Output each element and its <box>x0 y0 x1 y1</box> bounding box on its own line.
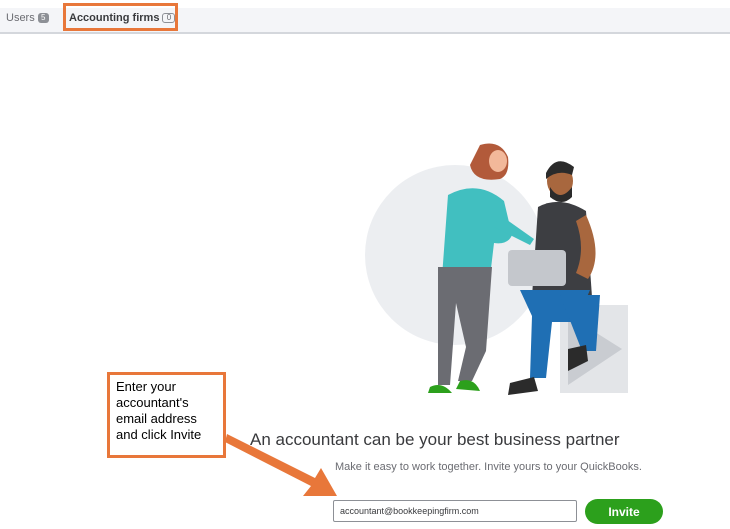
callout-line: and click Invite <box>116 427 202 442</box>
tab-users[interactable]: Users 5 <box>6 12 49 24</box>
users-count-badge: 5 <box>37 13 49 23</box>
callout-arrow <box>225 434 337 496</box>
tab-highlight-box <box>63 3 178 31</box>
callout-line: email address <box>116 411 197 426</box>
page-subheadline: Make it easy to work together. Invite yo… <box>335 461 642 473</box>
callout-line: accountant's <box>116 395 189 410</box>
callout-line: Enter your <box>116 379 176 394</box>
invite-button[interactable]: Invite <box>585 499 663 524</box>
accountant-email-field[interactable] <box>333 500 577 522</box>
accountant-illustration <box>365 143 628 395</box>
instruction-callout: Enter your accountant's email address an… <box>107 372 226 458</box>
tab-users-label: Users <box>6 12 35 24</box>
